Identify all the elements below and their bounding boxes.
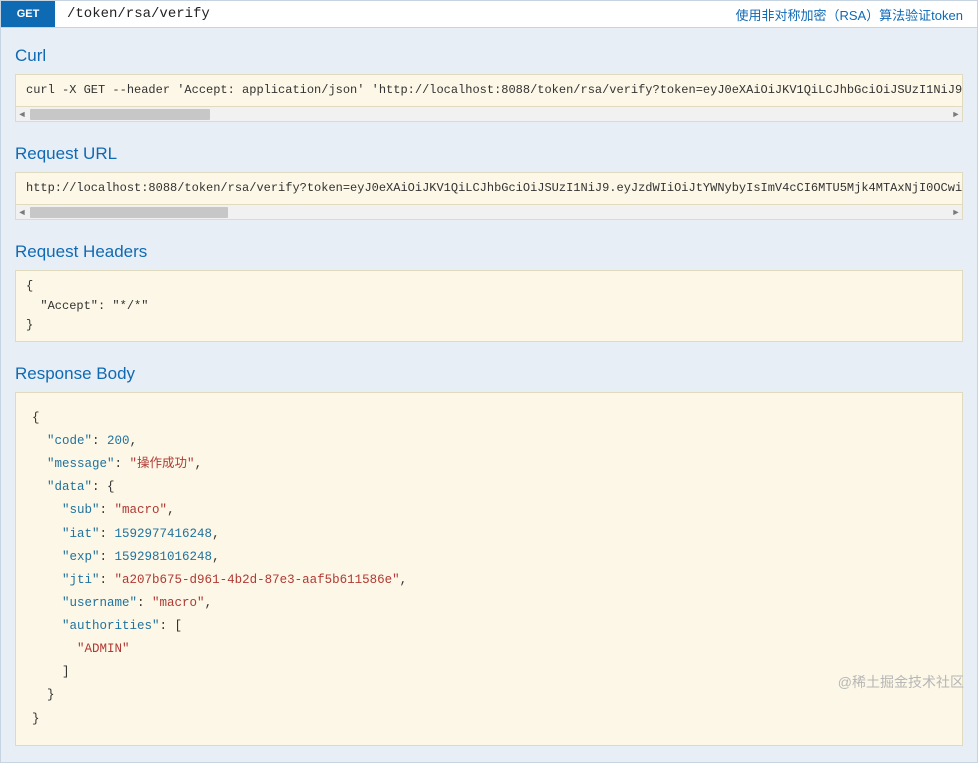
curl-code[interactable]: curl -X GET --header 'Accept: applicatio… — [15, 74, 963, 107]
scroll-right-icon[interactable]: ► — [950, 206, 962, 219]
request-url-scrollbar-thumb[interactable] — [30, 207, 228, 218]
scroll-left-icon[interactable]: ◄ — [16, 206, 28, 219]
request-url-scrollbar[interactable]: ◄ ► — [15, 205, 963, 220]
scroll-left-icon[interactable]: ◄ — [16, 108, 28, 121]
request-url-title: Request URL — [15, 144, 963, 164]
curl-scrollbar[interactable]: ◄ ► — [15, 107, 963, 122]
operation-header[interactable]: GET /token/rsa/verify 使用非对称加密（RSA）算法验证to… — [1, 1, 977, 28]
curl-title: Curl — [15, 46, 963, 66]
request-url-section: Request URL http://localhost:8088/token/… — [1, 126, 977, 224]
request-headers-code[interactable]: { "Accept": "*/*" } — [15, 270, 963, 342]
scroll-right-icon[interactable]: ► — [950, 108, 962, 121]
response-body-section: Response Body { "code": 200, "message": … — [1, 346, 977, 762]
api-operation-panel: GET /token/rsa/verify 使用非对称加密（RSA）算法验证to… — [0, 0, 978, 763]
response-body-code[interactable]: { "code": 200, "message": "操作成功", "data"… — [15, 392, 963, 746]
request-url-code[interactable]: http://localhost:8088/token/rsa/verify?t… — [15, 172, 963, 205]
curl-section: Curl curl -X GET --header 'Accept: appli… — [1, 28, 977, 126]
endpoint-summary: 使用非对称加密（RSA）算法验证token — [735, 5, 977, 24]
request-headers-title: Request Headers — [15, 242, 963, 262]
request-headers-section: Request Headers { "Accept": "*/*" } — [1, 224, 977, 346]
endpoint-path: /token/rsa/verify — [55, 6, 735, 22]
curl-scrollbar-thumb[interactable] — [30, 109, 210, 120]
http-method-badge: GET — [1, 1, 55, 27]
response-body-title: Response Body — [15, 364, 963, 384]
